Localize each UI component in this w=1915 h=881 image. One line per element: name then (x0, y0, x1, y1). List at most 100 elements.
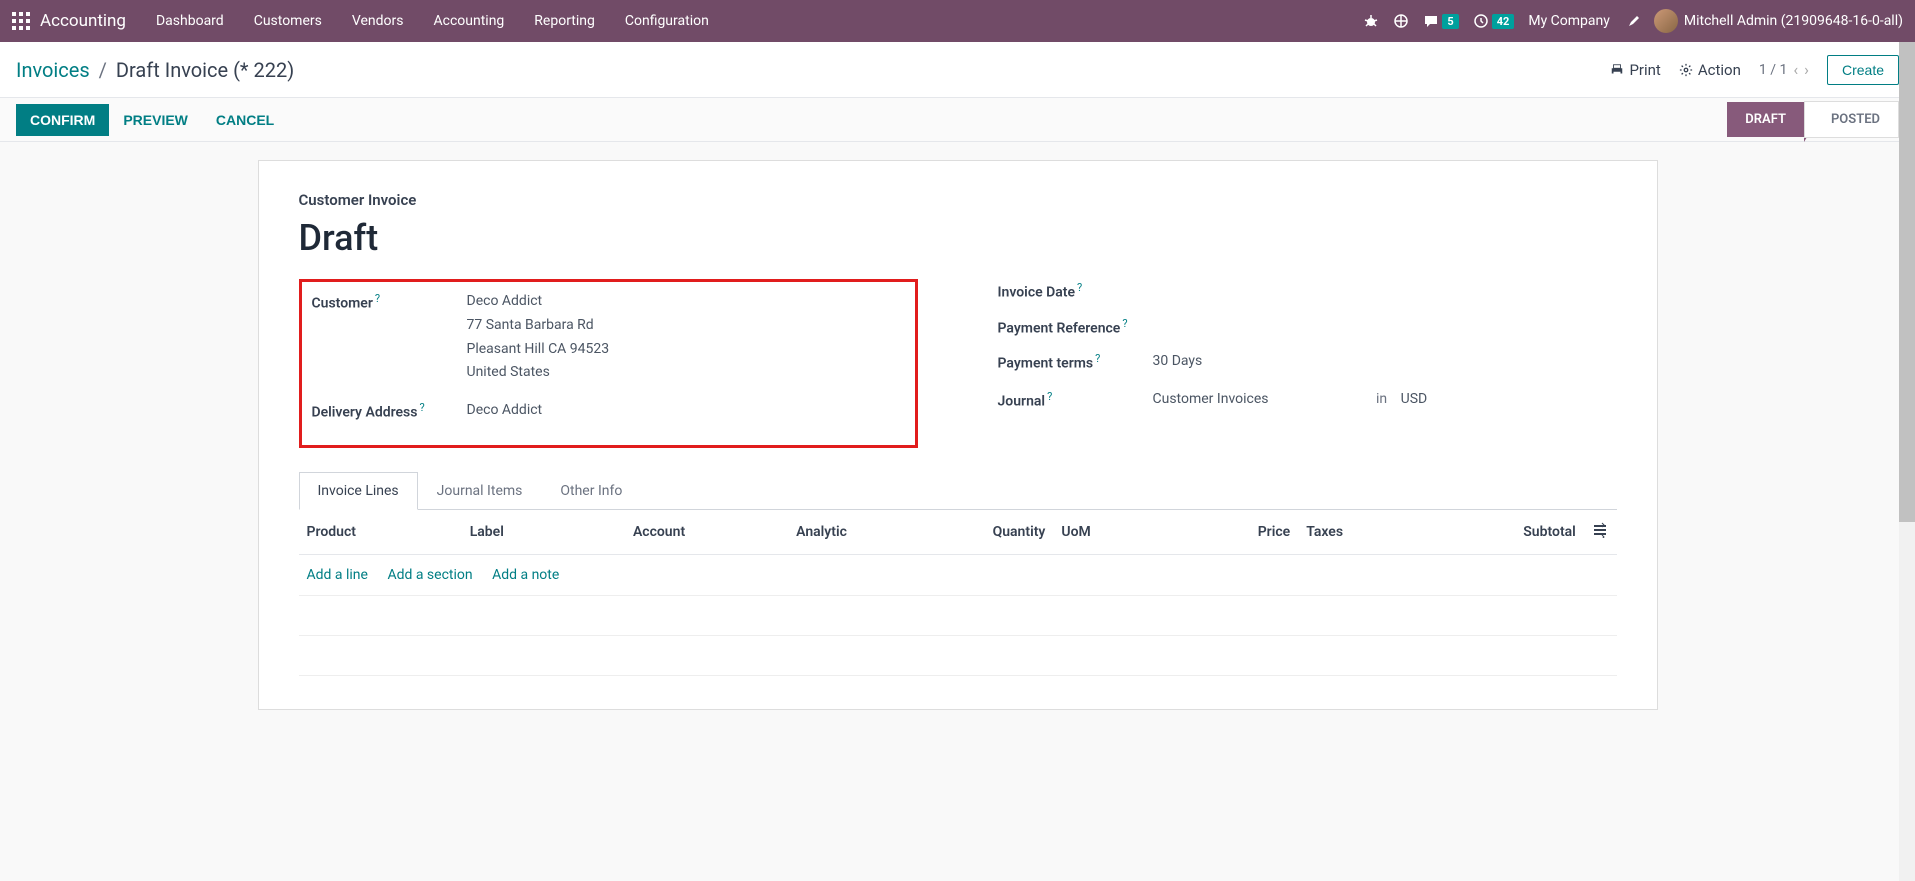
col-subtotal: Subtotal (1461, 510, 1583, 555)
pager-next-icon[interactable]: › (1804, 60, 1809, 79)
invoice-date-label: Invoice Date? (998, 279, 1153, 301)
journal-field: Journal? Customer Invoices in USD (998, 388, 1617, 412)
tab-other-info[interactable]: Other Info (541, 472, 641, 509)
tools-icon[interactable] (1624, 13, 1640, 29)
activities-icon[interactable]: 42 (1473, 13, 1515, 29)
action-button[interactable]: Action (1679, 61, 1741, 79)
breadcrumb-sep: / (99, 58, 107, 82)
bug-icon[interactable] (1363, 13, 1379, 29)
customer-name: Deco Addict (467, 290, 905, 314)
messages-icon[interactable]: 5 (1423, 13, 1458, 29)
payment-terms-value[interactable]: 30 Days (1153, 350, 1617, 374)
status-posted[interactable]: POSTED (1804, 101, 1899, 138)
action-label: Action (1698, 61, 1741, 79)
col-settings[interactable] (1584, 510, 1617, 555)
print-icon (1610, 63, 1624, 77)
tabs: Invoice Lines Journal Items Other Info (299, 472, 1617, 510)
support-icon[interactable] (1393, 13, 1409, 29)
nav-dashboard[interactable]: Dashboard (156, 13, 224, 29)
form-title: Draft (299, 217, 1617, 259)
customer-addr2: Pleasant Hill CA 94523 (467, 338, 905, 362)
company-switcher[interactable]: My Company (1528, 13, 1610, 29)
tab-invoice-lines[interactable]: Invoice Lines (299, 472, 418, 510)
line-actions-row: Add a line Add a section Add a note (299, 554, 1617, 595)
invoice-date-field: Invoice Date? (998, 279, 1617, 301)
activities-badge: 42 (1492, 14, 1515, 29)
main-navbar: Accounting Dashboard Customers Vendors A… (0, 0, 1915, 42)
create-button[interactable]: Create (1827, 55, 1899, 85)
journal-value[interactable]: Customer Invoices (1153, 388, 1353, 412)
cancel-button[interactable]: CANCEL (202, 104, 288, 136)
gear-icon (1679, 63, 1693, 77)
nav-configuration[interactable]: Configuration (625, 13, 709, 29)
delivery-value[interactable]: Deco Addict (467, 399, 905, 423)
form-right-col: Invoice Date? Payment Reference? Payment… (998, 279, 1617, 454)
help-icon[interactable]: ? (375, 292, 380, 305)
journal-currency[interactable]: USD (1401, 391, 1428, 407)
help-icon[interactable]: ? (1047, 390, 1052, 403)
payment-terms-field: Payment terms? 30 Days (998, 350, 1617, 374)
delivery-label: Delivery Address? (312, 399, 467, 421)
pager-prev-icon[interactable]: ‹ (1793, 60, 1798, 79)
scrollbar[interactable] (1899, 42, 1915, 881)
journal-value-wrap: Customer Invoices in USD (1153, 388, 1617, 412)
invoice-lines-table: Product Label Account Analytic Quantity … (299, 510, 1617, 676)
nav-menu: Dashboard Customers Vendors Accounting R… (156, 13, 709, 29)
status-draft[interactable]: DRAFT (1727, 102, 1804, 137)
breadcrumb-bar: Invoices / Draft Invoice (* 222) Print A… (0, 42, 1915, 98)
content-area: Customer Invoice Draft Customer? Deco Ad… (0, 142, 1915, 710)
col-product: Product (299, 510, 462, 555)
breadcrumb-actions: Print Action 1 / 1 ‹ › Create (1610, 55, 1899, 85)
app-brand[interactable]: Accounting (40, 11, 126, 31)
col-price: Price (1196, 510, 1298, 555)
apps-icon[interactable] (12, 12, 30, 30)
nav-vendors[interactable]: Vendors (352, 13, 404, 29)
help-icon[interactable]: ? (419, 401, 424, 414)
journal-in-label: in (1376, 391, 1387, 407)
help-icon[interactable]: ? (1122, 317, 1127, 330)
col-analytic: Analytic (788, 510, 951, 555)
pager: 1 / 1 ‹ › (1759, 60, 1809, 79)
customer-addr1: 77 Santa Barbara Rd (467, 314, 905, 338)
col-label: Label (462, 510, 625, 555)
payment-ref-label: Payment Reference? (998, 315, 1153, 337)
form-subtitle: Customer Invoice (299, 191, 1617, 209)
payment-ref-field: Payment Reference? (998, 315, 1617, 337)
add-line-link[interactable]: Add a line (307, 567, 368, 583)
user-name: Mitchell Admin (21909648-16-0-all) (1684, 13, 1903, 29)
payment-terms-label: Payment terms? (998, 350, 1153, 372)
journal-label: Journal? (998, 388, 1153, 410)
nav-accounting[interactable]: Accounting (433, 13, 504, 29)
delivery-field: Delivery Address? Deco Addict (312, 399, 905, 423)
confirm-button[interactable]: CONFIRM (16, 104, 109, 136)
table-header-row: Product Label Account Analytic Quantity … (299, 510, 1617, 555)
add-note-link[interactable]: Add a note (492, 567, 559, 583)
form-grid: Customer? Deco Addict 77 Santa Barbara R… (299, 279, 1617, 454)
scrollbar-thumb[interactable] (1899, 42, 1915, 522)
help-icon[interactable]: ? (1077, 281, 1082, 294)
form-sheet: Customer Invoice Draft Customer? Deco Ad… (258, 160, 1658, 710)
status-bar: CONFIRM PREVIEW CANCEL DRAFT POSTED (0, 98, 1915, 142)
breadcrumb-parent[interactable]: Invoices (16, 58, 90, 82)
tab-journal-items[interactable]: Journal Items (418, 472, 542, 509)
breadcrumb-current: Draft Invoice (* 222) (116, 58, 294, 82)
add-section-link[interactable]: Add a section (387, 567, 472, 583)
help-icon[interactable]: ? (1095, 352, 1100, 365)
col-account: Account (625, 510, 788, 555)
columns-settings-icon[interactable] (1592, 522, 1608, 538)
customer-addr3: United States (467, 361, 905, 385)
breadcrumb: Invoices / Draft Invoice (* 222) (16, 58, 294, 82)
user-menu[interactable]: Mitchell Admin (21909648-16-0-all) (1654, 9, 1903, 33)
pager-text[interactable]: 1 / 1 (1759, 62, 1787, 78)
nav-customers[interactable]: Customers (254, 13, 322, 29)
preview-button[interactable]: PREVIEW (109, 104, 202, 136)
messages-badge: 5 (1442, 14, 1458, 29)
nav-reporting[interactable]: Reporting (534, 13, 595, 29)
customer-label: Customer? (312, 290, 467, 312)
print-button[interactable]: Print (1610, 61, 1660, 79)
customer-value[interactable]: Deco Addict 77 Santa Barbara Rd Pleasant… (467, 290, 905, 385)
navbar-right: 5 42 My Company Mitchell Admin (21909648… (1363, 9, 1903, 33)
table-row (299, 595, 1617, 635)
form-left-col: Customer? Deco Addict 77 Santa Barbara R… (299, 279, 918, 454)
col-quantity: Quantity (951, 510, 1053, 555)
